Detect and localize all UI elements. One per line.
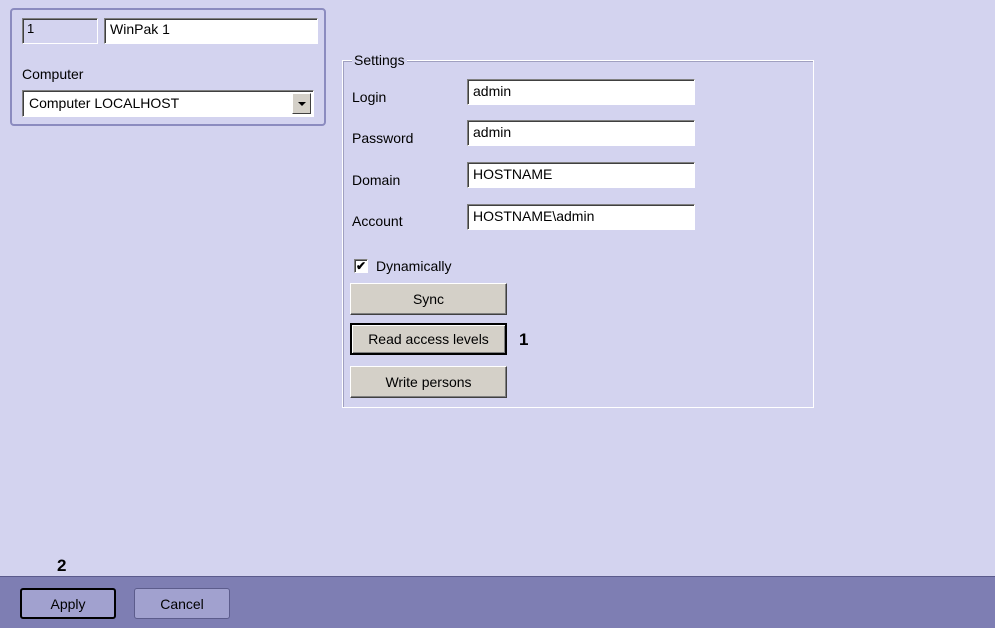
computer-label: Computer [22,66,84,82]
sync-button[interactable]: Sync [350,283,507,315]
object-panel: 1 WinPak 1 Computer Computer LOCALHOST [10,8,326,126]
object-name-field[interactable]: WinPak 1 [104,18,318,44]
dynamically-checkbox[interactable]: ✔ [354,259,368,273]
password-field[interactable]: admin [467,120,695,146]
write-persons-button[interactable]: Write persons [350,366,507,398]
computer-select[interactable]: Computer LOCALHOST [22,90,314,117]
account-field[interactable]: HOSTNAME\admin [467,204,695,230]
password-label: Password [352,130,414,146]
dynamically-checkbox-row[interactable]: ✔ Dynamically [354,258,451,274]
login-field[interactable]: admin [467,79,695,105]
account-label: Account [352,213,403,229]
object-id-field[interactable]: 1 [22,18,98,44]
dynamically-label: Dynamically [376,258,452,274]
settings-legend: Settings [352,52,407,68]
apply-button[interactable]: Apply [20,588,116,619]
domain-label: Domain [352,172,401,188]
computer-select-value: Computer LOCALHOST [29,95,180,111]
login-label: Login [352,89,387,105]
domain-field[interactable]: HOSTNAME [467,162,695,188]
callout-marker-2: 2 [57,556,67,575]
cancel-button[interactable]: Cancel [134,588,230,619]
computer-dropdown-button[interactable] [292,93,311,114]
chevron-down-icon [297,101,306,106]
read-access-levels-button[interactable]: Read access levels [350,323,507,355]
callout-marker-1: 1 [519,330,529,349]
settings-group [342,60,814,408]
